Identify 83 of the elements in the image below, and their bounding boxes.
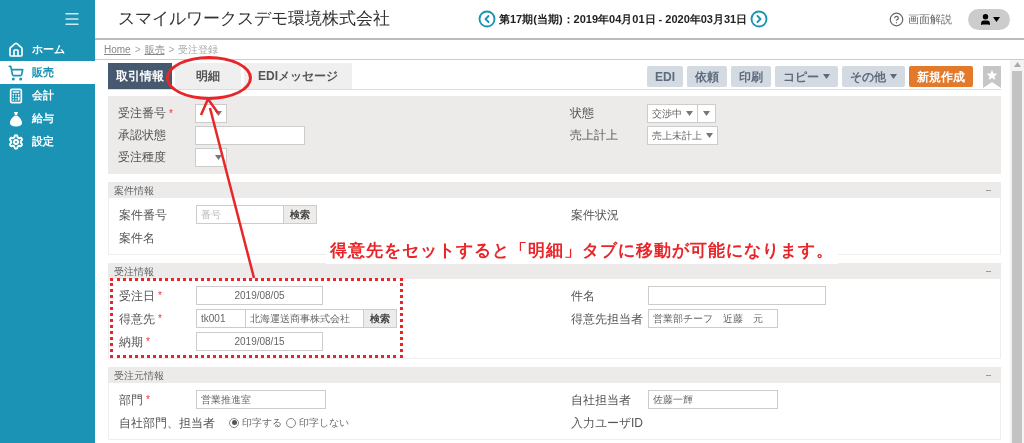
required-mark: * bbox=[146, 335, 150, 349]
menu-icon[interactable] bbox=[63, 10, 81, 28]
field-label: 受注番号 bbox=[118, 105, 166, 122]
settings-icon bbox=[8, 133, 24, 150]
field-label: 案件状況 bbox=[571, 206, 619, 224]
caret-icon bbox=[215, 110, 222, 116]
required-mark: * bbox=[146, 393, 150, 407]
breadcrumb-separator: > bbox=[134, 43, 141, 57]
text-field[interactable]: 営業部チーフ 近藤 元 bbox=[648, 309, 778, 328]
annotation-callout: 得意先をセットすると「明細」タブに移動が可能になります。 bbox=[326, 238, 838, 264]
select-field[interactable]: 交渉中 bbox=[647, 103, 698, 123]
radio-label: 印字する bbox=[242, 416, 282, 430]
required-mark: * bbox=[158, 312, 162, 326]
caret-icon bbox=[823, 74, 830, 79]
section-title: 受注元情報 bbox=[114, 368, 164, 383]
scrollbar-thumb[interactable] bbox=[1012, 71, 1022, 443]
search-button[interactable]: 検索 bbox=[284, 205, 317, 224]
money-bag-icon bbox=[8, 110, 24, 127]
text-field[interactable] bbox=[648, 286, 826, 305]
code-field[interactable]: tk001 bbox=[196, 309, 246, 328]
text-field[interactable]: 北海運送商事株式会社 bbox=[246, 309, 364, 328]
field-label: 案件番号 bbox=[119, 206, 167, 224]
field-label: 納期 bbox=[119, 333, 143, 351]
field-label: 得意先担当者 bbox=[571, 310, 643, 328]
company-name: スマイルワークスデモ環境株式会社 bbox=[118, 8, 390, 31]
select-field[interactable] bbox=[195, 147, 227, 167]
required-mark: * bbox=[169, 106, 173, 121]
date-field[interactable]: 2019/08/15 bbox=[196, 332, 323, 351]
sidebar-item[interactable]: 設定 bbox=[0, 130, 95, 153]
bookmark-star-icon[interactable] bbox=[983, 65, 1001, 88]
section-title: 案件情報 bbox=[114, 183, 154, 198]
text-field[interactable]: 番号 bbox=[196, 205, 284, 224]
sidebar-item[interactable]: 販売 bbox=[0, 61, 95, 84]
caret-icon bbox=[992, 16, 1000, 22]
breadcrumb-link[interactable]: 販売 bbox=[144, 42, 165, 57]
radio-label: 印字しない bbox=[299, 416, 349, 430]
field-label: 承認状態 bbox=[118, 127, 166, 144]
sidebar-item[interactable]: 会計 bbox=[0, 84, 95, 107]
tab[interactable]: 明細 bbox=[175, 63, 241, 89]
text-field[interactable]: 営業推進室 bbox=[196, 390, 326, 409]
fiscal-period: 第17期(当期)：2019年04月01日 - 2020年03月31日 bbox=[499, 11, 748, 27]
field-label: 売上計上 bbox=[570, 127, 618, 144]
help-link[interactable]: 画面解説 bbox=[908, 10, 952, 28]
breadcrumb-current: 受注登録 bbox=[178, 43, 219, 57]
date-field[interactable]: 2019/08/05 bbox=[196, 286, 323, 305]
caret-icon bbox=[706, 132, 713, 138]
user-menu-button[interactable] bbox=[968, 8, 1010, 30]
help-icon[interactable] bbox=[889, 11, 904, 27]
caret-icon bbox=[703, 110, 710, 116]
cart-icon bbox=[8, 64, 24, 81]
field-label: 部門 bbox=[119, 391, 143, 409]
previous-period-icon[interactable] bbox=[478, 10, 496, 28]
user-icon bbox=[978, 12, 992, 26]
radio-button[interactable] bbox=[229, 417, 239, 428]
section-title: 受注情報 bbox=[114, 264, 154, 279]
breadcrumb-link[interactable]: Home bbox=[104, 42, 131, 57]
tab[interactable]: EDIメッセージ bbox=[244, 63, 352, 89]
field-label: 得意先 bbox=[119, 310, 155, 328]
caret-icon bbox=[686, 110, 693, 116]
field-label: 受注種度 bbox=[118, 149, 166, 166]
field-label: 状態 bbox=[570, 105, 594, 122]
calculator-icon bbox=[8, 87, 24, 104]
sidebar-item[interactable]: ホーム bbox=[0, 38, 95, 61]
select-field[interactable]: 売上未計上 bbox=[647, 125, 718, 145]
field-label: 受注日 bbox=[119, 287, 155, 305]
field-label: 件名 bbox=[571, 287, 595, 305]
next-period-icon[interactable] bbox=[750, 10, 769, 28]
text-field[interactable]: 佐藤一輝 bbox=[648, 390, 778, 409]
search-button[interactable]: 検索 bbox=[364, 309, 397, 328]
field-label: 入力ユーザID bbox=[571, 414, 643, 432]
caret-icon bbox=[1013, 62, 1021, 67]
caret-icon bbox=[215, 154, 222, 160]
sidebar-item[interactable]: 給与 bbox=[0, 107, 95, 130]
field-label: 案件名 bbox=[119, 229, 155, 247]
home-icon bbox=[8, 41, 24, 58]
field-label: 自社部門、担当者 bbox=[119, 414, 215, 432]
required-mark: * bbox=[158, 289, 162, 303]
radio-button[interactable] bbox=[286, 417, 296, 428]
select-field[interactable] bbox=[698, 103, 716, 123]
field-label: 自社担当者 bbox=[571, 391, 631, 409]
breadcrumb-separator: > bbox=[168, 43, 175, 57]
caret-icon bbox=[890, 74, 897, 79]
tab[interactable]: 取引情報 bbox=[108, 63, 172, 89]
